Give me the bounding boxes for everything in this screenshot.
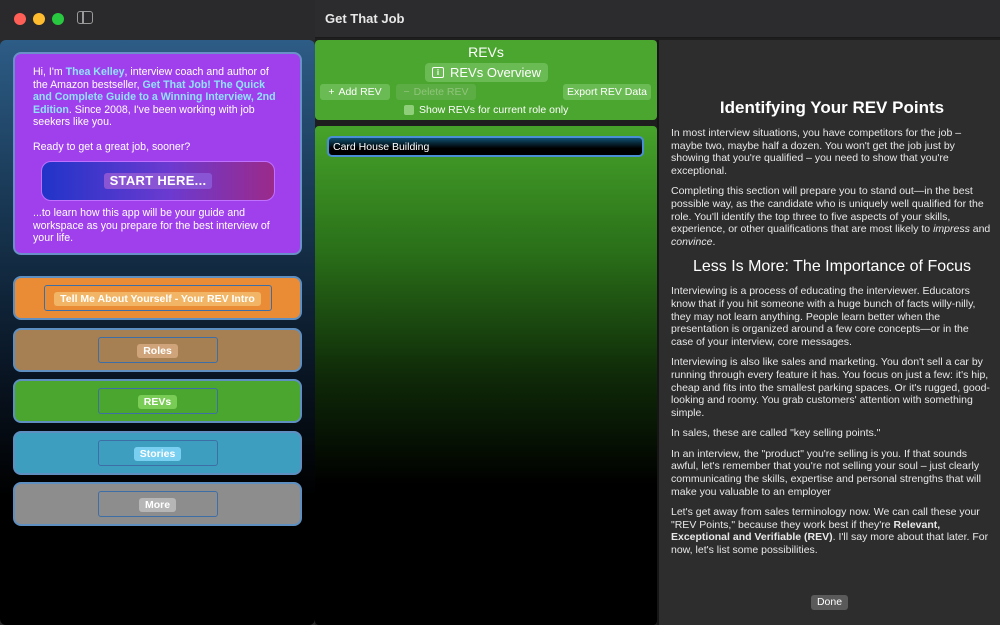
detail-text: . [712,235,716,248]
maximize-window-button[interactable] [52,13,64,25]
revs-overview-label: REVs Overview [449,65,542,80]
intro-text: Hi, I'm [33,66,66,78]
detail-emphasis: impress [933,223,970,236]
minus-icon: − [403,86,410,98]
revs-header: REVs i REVs Overview + Add REV − Delete … [315,40,657,120]
nav-roles-label: Roles [137,344,178,358]
nav-rev-intro-label: Tell Me About Yourself - Your REV Intro [54,292,261,306]
nav-rev-intro-frame: Tell Me About Yourself - Your REV Intro [43,285,272,311]
detail-paragraph: In sales, these are called "key selling … [671,427,881,440]
sidebar-toggle-icon[interactable] [77,11,93,24]
detail-emphasis: convince [671,235,713,248]
nav-more-frame: More [97,491,218,517]
rev-list-item[interactable]: Card House Building [327,136,644,157]
detail-paragraph: In most interview situations, you have c… [671,127,962,177]
nav-revs-label: REVs [137,395,178,409]
intro-question: Ready to get a great job, sooner? [33,140,191,153]
delete-rev-label: Delete REV [413,86,469,98]
author-name: Thea Kelley [65,66,125,78]
detail-subheading: Less Is More: The Importance of Focus [692,258,972,276]
nav-more-button[interactable]: More [13,482,302,526]
detail-text: and [969,223,991,236]
role-only-toggle-row: Show REVs for current role only [404,104,568,116]
nav-stories-label: Stories [133,447,182,461]
detail-content: Identifying Your REV Points In most inte… [671,98,993,565]
nav-stories-frame: Stories [97,440,218,466]
intro-card: Hi, I'm Thea Kelley, interview coach and… [13,52,302,255]
add-rev-button[interactable]: + Add REV [320,84,390,100]
add-rev-label: Add REV [338,86,382,98]
intro-paragraph: Hi, I'm Thea Kelley, interview coach and… [33,66,282,129]
role-only-label: Show REVs for current role only [419,104,569,116]
detail-paragraph: Let's get away from sales terminology no… [671,506,993,556]
close-window-button[interactable] [14,13,26,25]
info-icon: i [431,67,444,78]
window-title: Get That Job [325,11,405,26]
title-bar: Get That Job [315,0,1000,38]
export-rev-data-button[interactable]: Export REV Data [563,84,651,100]
role-only-checkbox[interactable] [404,105,414,115]
revs-list: Card House Building [315,126,657,625]
nav-more-label: More [138,498,177,512]
detail-paragraph: In an interview, the "product" you're se… [671,447,981,498]
done-button[interactable]: Done [811,595,848,610]
detail-heading: Identifying Your REV Points [719,98,945,117]
plus-icon: + [328,86,335,98]
export-rev-data-label: Export REV Data [567,86,647,98]
detail-paragraph: Interviewing is also like sales and mark… [671,356,990,419]
start-here-label: START HERE... [103,172,213,190]
delete-rev-button[interactable]: − Delete REV [396,84,476,100]
nav-revs-frame: REVs [97,388,218,414]
nav-stories-button[interactable]: Stories [13,431,302,475]
nav-roles-frame: Roles [97,337,218,363]
nav-revs-button[interactable]: REVs [13,379,302,423]
detail-paragraph: Interviewing is a process of educating t… [671,285,976,348]
start-here-button[interactable]: START HERE... [41,161,275,201]
intro-closing: ...to learn how this app will be your gu… [33,207,270,245]
nav-rev-intro-button[interactable]: Tell Me About Yourself - Your REV Intro [13,276,302,320]
detail-pane: Identifying Your REV Points In most inte… [659,40,1000,625]
revs-title: REVs [468,44,504,60]
nav-roles-button[interactable]: Roles [13,328,302,372]
detail-paragraph: Completing this section will prepare you… [671,185,993,248]
minimize-window-button[interactable] [33,13,45,25]
revs-overview-button[interactable]: i REVs Overview [425,63,548,82]
